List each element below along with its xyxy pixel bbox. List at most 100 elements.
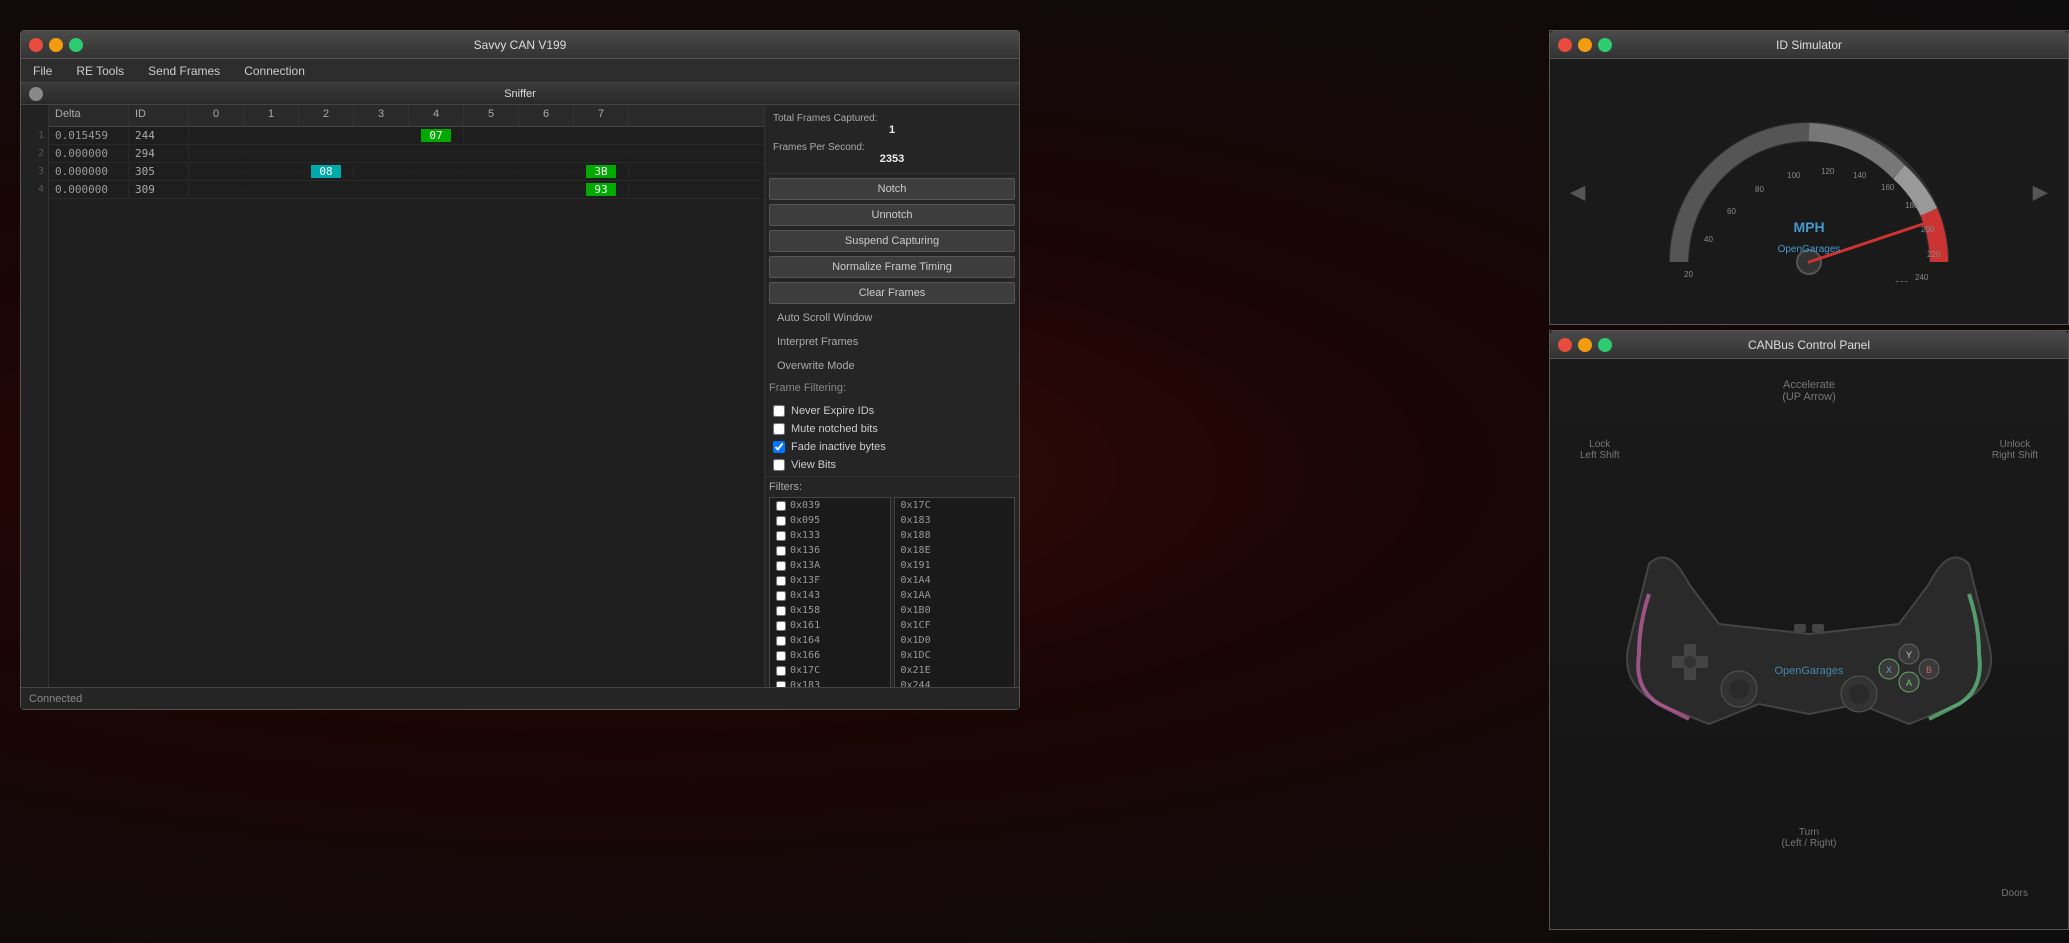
close-button[interactable] <box>29 38 43 52</box>
filter-item[interactable]: 0x188 <box>895 528 1015 543</box>
cell-c0 <box>189 171 244 173</box>
cell-c1 <box>244 189 299 191</box>
cell-id: 244 <box>129 128 189 143</box>
mute-notched-option[interactable]: Mute notched bits <box>769 420 1015 438</box>
menu-connection[interactable]: Connection <box>240 62 309 80</box>
canbus-min[interactable] <box>1578 338 1592 352</box>
notch-button[interactable]: Notch <box>769 178 1015 200</box>
never-expire-ids-checkbox[interactable] <box>773 405 785 417</box>
unnotch-button[interactable]: Unnotch <box>769 204 1015 226</box>
filter-item[interactable]: 0x183 <box>895 513 1015 528</box>
row-num-1: 1 <box>21 127 48 145</box>
fade-inactive-option[interactable]: Fade inactive bytes <box>769 438 1015 456</box>
sniffer-close[interactable] <box>29 87 43 101</box>
cell-c4 <box>409 171 464 173</box>
filter-item[interactable]: 0x166 <box>770 648 890 663</box>
clear-button[interactable]: Clear Frames <box>769 282 1015 304</box>
mute-notched-label: Mute notched bits <box>791 423 878 435</box>
id-sim-close[interactable] <box>1558 38 1572 52</box>
filter-item[interactable]: 0x039 <box>770 498 890 513</box>
view-bits-checkbox[interactable] <box>773 459 785 471</box>
maximize-button[interactable] <box>69 38 83 52</box>
sniffer-title: Sniffer <box>504 88 536 100</box>
id-sim-min[interactable] <box>1578 38 1592 52</box>
right-arrow-icon: ▶ <box>2033 179 2048 204</box>
filter-item[interactable]: 0x133 <box>770 528 890 543</box>
filter-item[interactable]: 0x143 <box>770 588 890 603</box>
window-controls <box>29 38 83 52</box>
interpret-frames-button[interactable]: Interpret Frames <box>769 332 1015 352</box>
canbus-close[interactable] <box>1558 338 1572 352</box>
suspend-button[interactable]: Suspend Capturing <box>769 230 1015 252</box>
filter-item[interactable]: 0x13F <box>770 573 890 588</box>
total-frames-value: 1 <box>773 124 1011 136</box>
auto-scroll-button[interactable]: Auto Scroll Window <box>769 308 1015 328</box>
filter-item[interactable]: 0x161 <box>770 618 890 633</box>
svg-text:60: 60 <box>1727 207 1736 216</box>
svg-text:240: 240 <box>1915 273 1929 282</box>
col-delta-header: Delta <box>49 105 129 126</box>
id-sim-max[interactable] <box>1598 38 1612 52</box>
filter-lists-container: 0x039 0x095 0x133 0x136 0x13A 0x13F 0x14… <box>769 497 1015 709</box>
cell-c4: 07 <box>409 129 464 142</box>
fps-value: 2353 <box>773 153 1011 165</box>
svg-text:100: 100 <box>1787 171 1801 180</box>
filter-item[interactable]: 0x1A4 <box>895 573 1015 588</box>
filter-item[interactable]: 0x13A <box>770 558 890 573</box>
never-expire-ids-label: Never Expire IDs <box>791 405 874 417</box>
normalize-button[interactable]: Normalize Frame Timing <box>769 256 1015 278</box>
filter-item[interactable]: 0x18E <box>895 543 1015 558</box>
cell-c6 <box>519 189 574 191</box>
filter-item[interactable]: 0x21E <box>895 663 1015 678</box>
view-bits-option[interactable]: View Bits <box>769 456 1015 474</box>
filter-item[interactable]: 0x191 <box>895 558 1015 573</box>
filter-item[interactable]: 0x095 <box>770 513 890 528</box>
lock-label: LockLeft Shift <box>1580 439 1619 461</box>
minimize-button[interactable] <box>49 38 63 52</box>
svg-text:OpenGarages: OpenGarages <box>1778 244 1841 255</box>
main-table: Delta ID 0 1 2 3 4 5 6 7 0.015459 24 <box>49 105 764 709</box>
col-id-header: ID <box>129 105 189 126</box>
svg-text:Y: Y <box>1906 650 1912 660</box>
svg-text:40: 40 <box>1704 235 1713 244</box>
menu-sendframes[interactable]: Send Frames <box>144 62 224 80</box>
filter-item[interactable]: 0x164 <box>770 633 890 648</box>
menu-retools[interactable]: RE Tools <box>72 62 128 80</box>
filter-item[interactable]: 0x1DC <box>895 648 1015 663</box>
svg-text:220: 220 <box>1927 250 1941 259</box>
speedometer-svg: MPH 20 40 60 80 100 120 140 160 180 200 … <box>1659 102 1959 282</box>
mute-notched-checkbox[interactable] <box>773 423 785 435</box>
filter-item[interactable]: 0x136 <box>770 543 890 558</box>
gamepad-bg: Accelerate(UP Arrow) LockLeft Shift Unlo… <box>1550 359 2068 929</box>
filter-item[interactable]: 0x1B0 <box>895 603 1015 618</box>
unlock-label: UnlockRight Shift <box>1992 439 2038 461</box>
filter-item[interactable]: 0x158 <box>770 603 890 618</box>
menu-file[interactable]: File <box>29 62 56 80</box>
right-filter-list[interactable]: 0x17C 0x183 0x188 0x18E 0x191 0x1A4 0x1A… <box>894 497 1016 709</box>
right-filter-list-container: 0x17C 0x183 0x188 0x18E 0x191 0x1A4 0x1A… <box>894 497 1016 709</box>
cell-delta: 0.015459 <box>49 128 129 143</box>
filter-item[interactable]: 0x1AA <box>895 588 1015 603</box>
doors-label: Doors <box>2001 888 2028 899</box>
cell-highlight: 07 <box>421 129 450 142</box>
filter-item[interactable]: 0x17C <box>895 498 1015 513</box>
cell-c3 <box>354 189 409 191</box>
svg-text:OpenGarages: OpenGarages <box>1774 665 1844 677</box>
cell-c1 <box>244 171 299 173</box>
never-expire-ids-option[interactable]: Never Expire IDs <box>769 402 1015 420</box>
overwrite-mode-button[interactable]: Overwrite Mode <box>769 356 1015 376</box>
cell-c0 <box>189 153 244 155</box>
svg-text:80: 80 <box>1755 185 1764 194</box>
cell-c5 <box>464 189 519 191</box>
svg-text:A: A <box>1906 678 1912 688</box>
canbus-max[interactable] <box>1598 338 1612 352</box>
menu-bar: File RE Tools Send Frames Connection <box>21 59 1019 83</box>
left-filter-list[interactable]: 0x039 0x095 0x133 0x136 0x13A 0x13F 0x14… <box>769 497 891 709</box>
cell-c5 <box>464 135 519 137</box>
cell-c0 <box>189 189 244 191</box>
cell-highlight-cyan: 08 <box>311 165 340 178</box>
filter-item[interactable]: 0x1D0 <box>895 633 1015 648</box>
fade-inactive-checkbox[interactable] <box>773 441 785 453</box>
filter-item[interactable]: 0x17C <box>770 663 890 678</box>
filter-item[interactable]: 0x1CF <box>895 618 1015 633</box>
